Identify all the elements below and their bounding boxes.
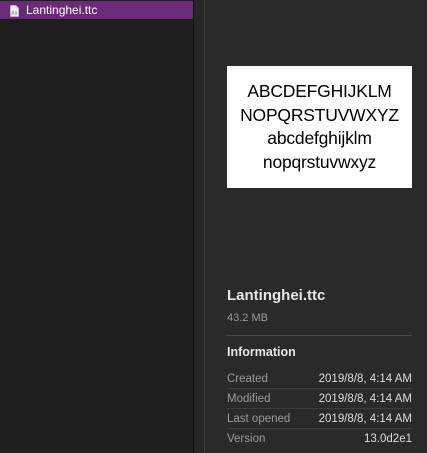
info-value: 2019/8/8, 4:14 AM — [318, 393, 412, 405]
info-value: 13.0d2e1 — [364, 433, 412, 445]
info-value: 2019/8/8, 4:14 AM — [318, 373, 412, 385]
font-preview-thumbnail: ABCDEFGHIJKLM NOPQRSTUVWXYZ abcdefghijkl… — [227, 66, 412, 188]
svg-text:Aa: Aa — [11, 11, 17, 17]
info-label: Modified — [227, 393, 271, 405]
info-label: Version — [227, 433, 266, 445]
file-title: Lantinghei.ttc — [227, 287, 326, 304]
file-list-item-label: Lantinghei.ttc — [26, 3, 98, 17]
file-icon: Aa — [10, 4, 19, 17]
file-size: 43.2 MB — [227, 312, 268, 324]
empty-column — [194, 0, 204, 453]
divider — [227, 335, 412, 336]
info-row-last-opened: Last opened 2019/8/8, 4:14 AM — [227, 412, 412, 432]
preview-pane: ABCDEFGHIJKLM NOPQRSTUVWXYZ abcdefghijkl… — [205, 0, 427, 453]
information-heading: Information — [227, 345, 296, 359]
info-row-version: Version 13.0d2e1 — [227, 432, 412, 452]
file-list-item-lantinghei[interactable]: Aa Lantinghei.ttc — [0, 1, 193, 19]
font-sample-line: abcdefghijklm — [267, 128, 372, 148]
info-row-created: Created 2019/8/8, 4:14 AM — [227, 372, 412, 392]
file-info-panel: Lantinghei.ttc 43.2 MB Information Creat… — [227, 286, 412, 452]
font-sample-line: nopqrstuvwxyz — [262, 151, 377, 172]
file-list-column[interactable]: Aa Lantinghei.ttc — [0, 0, 193, 453]
font-sample-line: ABCDEFGHIJKLM — [247, 81, 392, 101]
finder-window: Aa Lantinghei.ttc ABCDEFGHIJKLM NOPQRSTU… — [0, 0, 427, 453]
font-sample-line: NOPQRSTUVWXYZ — [240, 104, 399, 125]
divider — [227, 428, 412, 429]
info-label: Last opened — [227, 413, 291, 425]
info-row-modified: Modified 2019/8/8, 4:14 AM — [227, 392, 412, 412]
divider — [227, 408, 412, 409]
divider — [227, 388, 412, 389]
info-label: Created — [227, 373, 268, 385]
info-value: 2019/8/8, 4:14 AM — [318, 413, 412, 425]
info-rows: Created 2019/8/8, 4:14 AM Modified 2019/… — [227, 372, 412, 452]
